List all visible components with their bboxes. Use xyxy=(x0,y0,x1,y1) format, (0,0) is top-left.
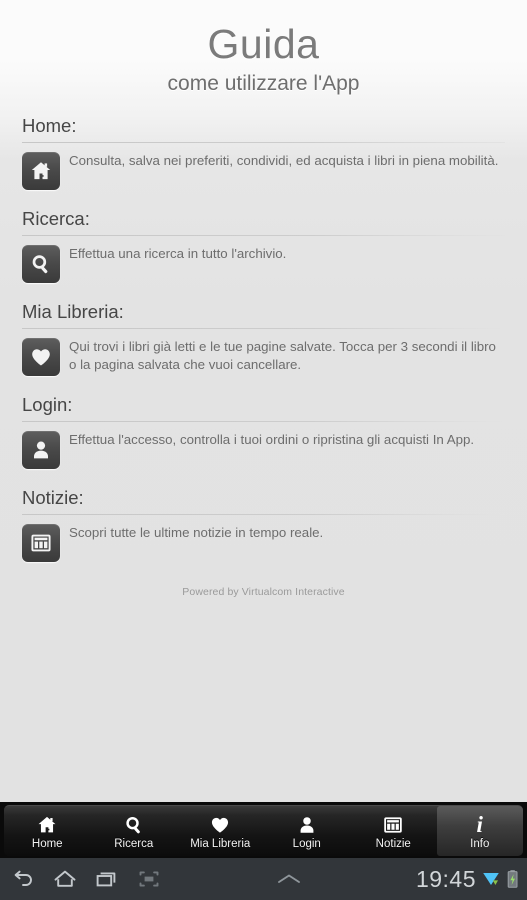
battery-charging-icon xyxy=(506,868,519,890)
tab-label: Ricerca xyxy=(114,837,154,850)
tab-label: Home xyxy=(31,837,63,850)
screenshot-icon[interactable] xyxy=(136,866,162,892)
section-heading: Ricerca: xyxy=(22,208,90,229)
section-body: Effettua l'accesso, controlla i tuoi ord… xyxy=(22,430,505,469)
guide-section-mia-libreria: Mia Libreria: Qui trovi i libri già lett… xyxy=(0,301,527,376)
tab-login[interactable]: Login xyxy=(264,806,351,856)
tab-label: Login xyxy=(292,837,321,850)
guide-section-notizie: Notizie: Scopri tutte le ultime notizie … xyxy=(0,487,527,562)
section-divider xyxy=(22,235,505,236)
search-icon xyxy=(22,245,60,283)
tab-mia-libreria[interactable]: Mia Libreria xyxy=(177,806,264,856)
heart-icon xyxy=(22,338,60,376)
section-body: Qui trovi i libri già letti e le tue pag… xyxy=(22,337,505,376)
tab-label: Mia Libreria xyxy=(190,837,251,850)
section-body: Effettua una ricerca in tutto l'archivio… xyxy=(22,244,505,283)
wifi-download-icon xyxy=(481,868,501,890)
section-divider xyxy=(22,328,505,329)
recent-apps-icon[interactable] xyxy=(94,866,120,892)
heart-icon xyxy=(209,814,231,836)
section-body: Scopri tutte le ultime notizie in tempo … xyxy=(22,523,505,562)
home-outline-icon[interactable] xyxy=(52,866,78,892)
section-divider xyxy=(22,514,505,515)
home-icon xyxy=(22,152,60,190)
newspaper-icon xyxy=(22,524,60,562)
section-description: Scopri tutte le ultime notizie in tempo … xyxy=(69,525,324,540)
section-description: Effettua una ricerca in tutto l'archivio… xyxy=(69,246,287,261)
tab-label: Info xyxy=(470,837,490,850)
guide-section-login: Login: Effettua l'accesso, controlla i t… xyxy=(0,394,527,469)
app-content: Guida come utilizzare l'App Home: Consul… xyxy=(0,0,527,802)
section-divider xyxy=(22,142,505,143)
info-icon: i xyxy=(476,811,483,837)
home-icon xyxy=(36,814,58,836)
section-heading: Notizie: xyxy=(22,487,84,508)
newspaper-icon xyxy=(382,814,404,836)
tab-info[interactable]: i Info xyxy=(436,806,523,856)
guide-section-home: Home: Consulta, salva nei preferiti, con… xyxy=(0,115,527,190)
person-icon xyxy=(22,431,60,469)
section-description: Effettua l'accesso, controlla i tuoi ord… xyxy=(69,432,475,447)
bottom-tab-bar: Home Ricerca Mia Libreria Login Notizie … xyxy=(0,802,527,858)
page-title: Guida xyxy=(207,21,320,67)
chevron-up-icon[interactable] xyxy=(274,869,304,889)
back-arrow-icon[interactable] xyxy=(10,866,36,892)
section-body: Consulta, salva nei preferiti, condividi… xyxy=(22,151,505,190)
section-heading: Login: xyxy=(22,394,73,415)
page-subtitle: come utilizzare l'App xyxy=(167,72,360,95)
section-divider xyxy=(22,421,505,422)
tab-ricerca[interactable]: Ricerca xyxy=(91,806,178,856)
tab-home[interactable]: Home xyxy=(4,806,91,856)
guide-section-ricerca: Ricerca: Effettua una ricerca in tutto l… xyxy=(0,208,527,283)
system-clock: 19:45 xyxy=(415,866,476,892)
section-heading: Home: xyxy=(22,115,77,136)
section-description: Qui trovi i libri già letti e le tue pag… xyxy=(69,339,496,372)
section-description: Consulta, salva nei preferiti, condividi… xyxy=(69,153,499,168)
powered-by-credit: Powered by Virtualcom Interactive xyxy=(182,586,345,598)
android-system-bar: 19:45 xyxy=(0,858,527,900)
tab-label: Notizie xyxy=(375,837,411,850)
section-heading: Mia Libreria: xyxy=(22,301,124,322)
search-icon xyxy=(123,814,145,836)
person-icon xyxy=(296,814,318,836)
tab-notizie[interactable]: Notizie xyxy=(350,806,437,856)
